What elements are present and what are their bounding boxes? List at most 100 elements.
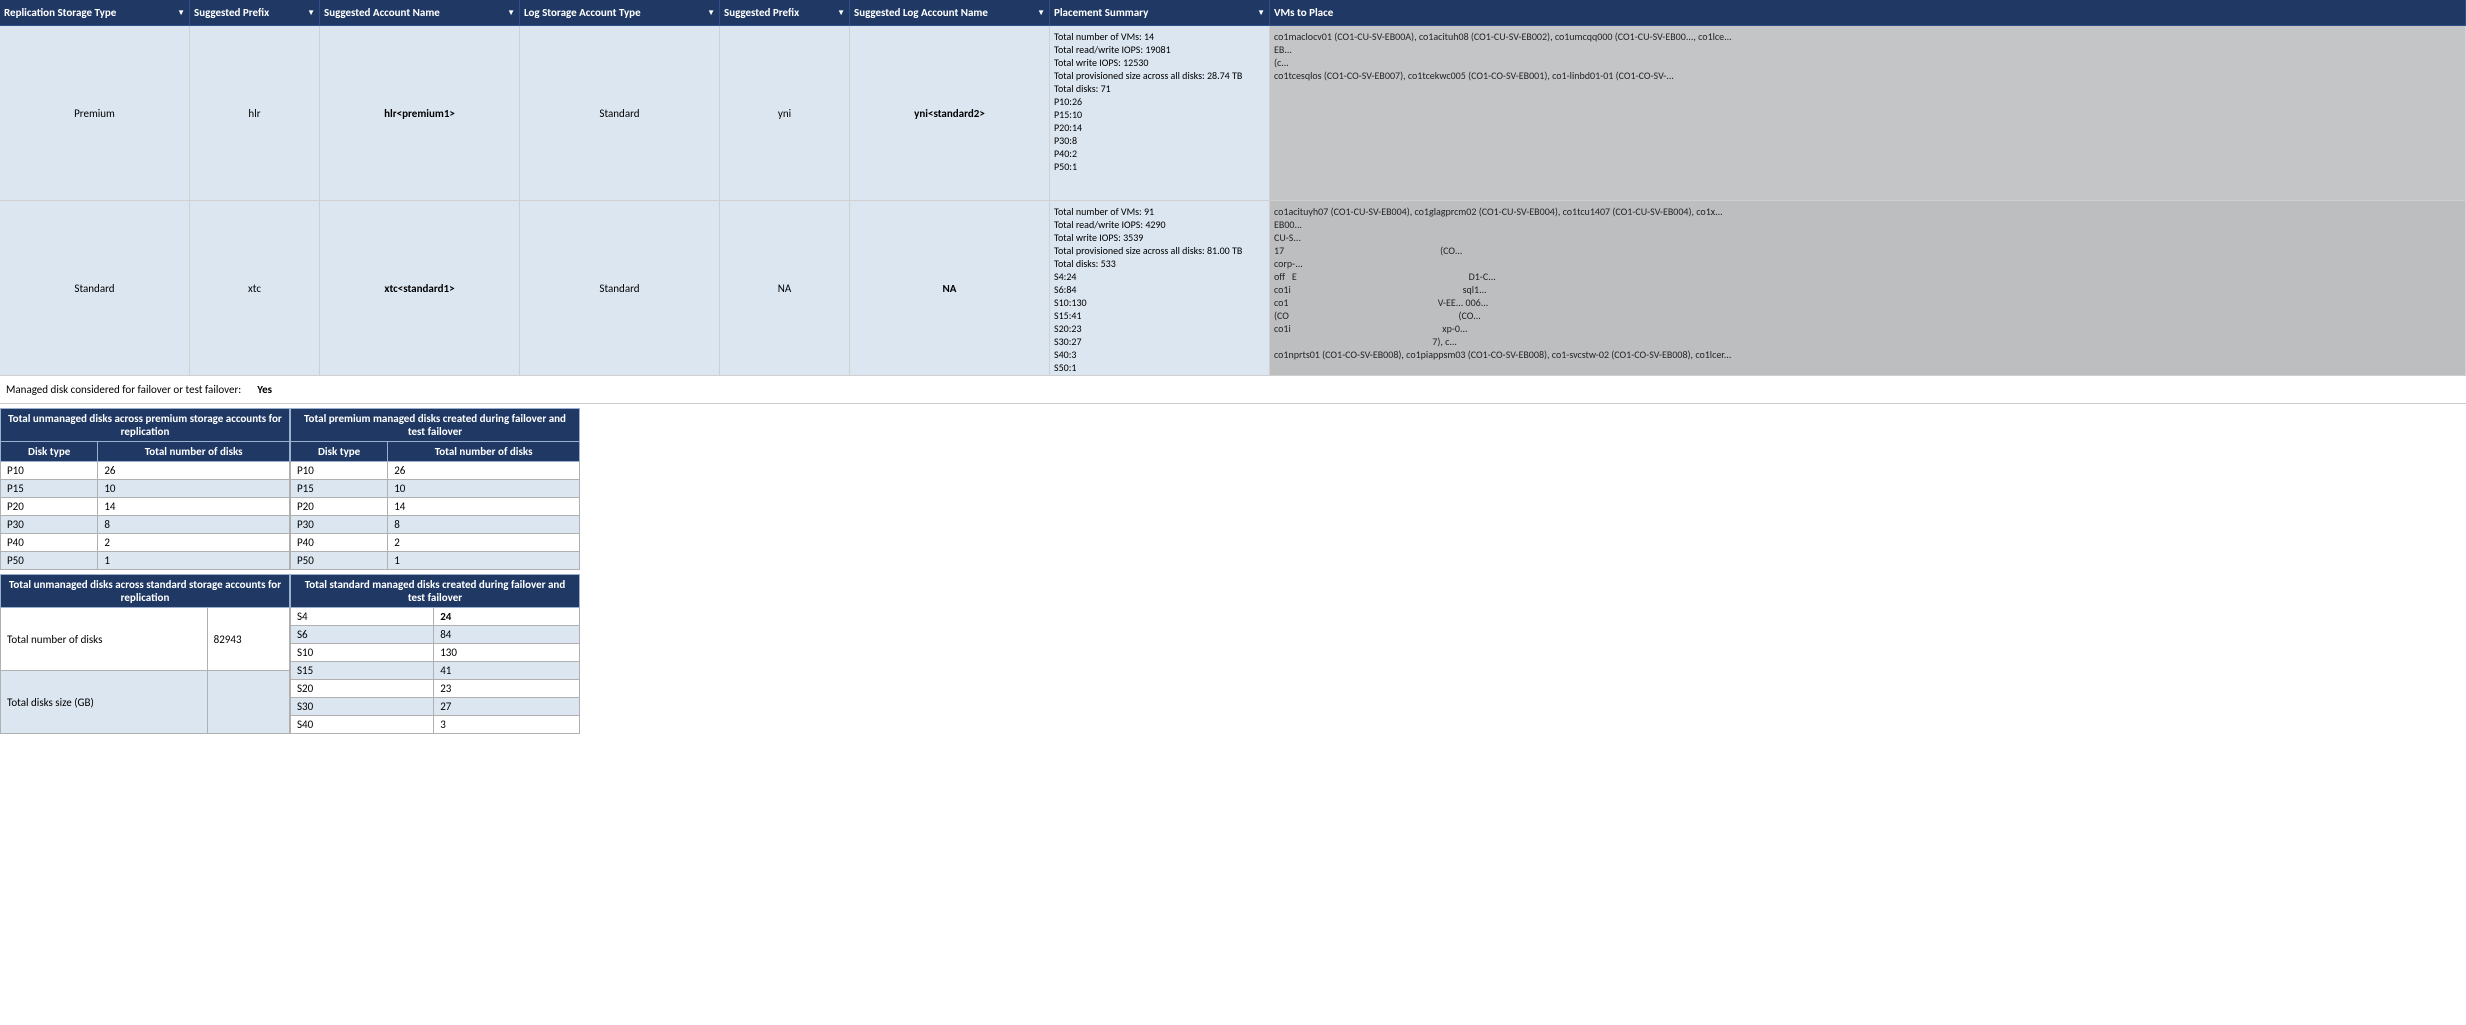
placement-write-iops-premium: Total write IOPS: 12530	[1054, 56, 1148, 69]
col-header-log-storage-type[interactable]: Log Storage Account Type ▼	[520, 0, 720, 26]
table-row: P2014	[291, 498, 580, 516]
col-header-suggested-prefix[interactable]: Suggested Prefix ▼	[190, 0, 320, 26]
filter-icon-placement[interactable]: ▼	[1257, 8, 1265, 18]
placement-s15-standard: S15:41	[1054, 309, 1082, 322]
cell-replication-standard: Standard	[0, 201, 190, 375]
disk-type: P30	[1, 516, 98, 534]
placement-provisioned-premium: Total provisioned size across all disks:…	[1054, 69, 1242, 82]
col-header-placement-label: Placement Summary	[1054, 6, 1148, 19]
disk-type: P50	[291, 552, 388, 570]
unmanaged-premium-header: Total unmanaged disks across premium sto…	[1, 409, 290, 442]
placement-p50-premium: P50:1	[1054, 160, 1077, 173]
cell-vms-premium: co1maclocv01 (CO1-CU-SV-EB00A), co1acitu…	[1270, 26, 2466, 200]
disk-type: P20	[1, 498, 98, 516]
table-row: P308	[1, 516, 290, 534]
unmanaged-premium-table: Total unmanaged disks across premium sto…	[0, 408, 290, 570]
disk-type: S30	[291, 698, 434, 716]
disk-type: P50	[1, 552, 98, 570]
managed-premium-col1-header: Disk type	[291, 442, 388, 462]
table-row: P501	[1, 552, 290, 570]
table-row: S424	[291, 608, 580, 626]
filter-icon-log-prefix[interactable]: ▼	[837, 8, 845, 18]
col-header-replication-type[interactable]: Replication Storage Type ▼	[0, 0, 190, 26]
disk-count: 8	[98, 516, 290, 534]
data-row-standard: Standard xtc xtc<standard1> Standard NA …	[0, 201, 2466, 376]
col-header-account-label: Suggested Account Name	[324, 6, 440, 19]
table-row: P1026	[291, 462, 580, 480]
col-header-suggested-account[interactable]: Suggested Account Name ▼	[320, 0, 520, 26]
disk-type: S4	[291, 608, 434, 626]
managed-premium-col2-header: Total number of disks	[388, 442, 580, 462]
col-header-vms[interactable]: VMs to Place	[1270, 0, 2466, 26]
unmanaged-standard-table: Total unmanaged disks across standard st…	[0, 574, 290, 734]
disk-count: 1	[98, 552, 290, 570]
table-row: P1026	[1, 462, 290, 480]
disk-type: S15	[291, 662, 434, 680]
disk-count: 26	[388, 462, 580, 480]
col-header-log-prefix-label: Suggested Prefix	[724, 6, 799, 19]
col-header-log-type-label: Log Storage Account Type	[524, 6, 641, 19]
cell-vms-standard: co1acituyh07 (CO1-CU-SV-EB004), co1glagp…	[1270, 201, 2466, 375]
disk-type: P30	[291, 516, 388, 534]
col-header-replication-type-label: Replication Storage Type	[4, 6, 116, 19]
disk-count: 41	[434, 662, 580, 680]
managed-standard-table: Total standard managed disks created dur…	[290, 574, 580, 734]
cell-log-account-standard: NA	[850, 201, 1050, 375]
table-row: S2023	[291, 680, 580, 698]
filter-icon-account[interactable]: ▼	[507, 8, 515, 18]
disk-count	[207, 671, 289, 734]
disk-type: P40	[1, 534, 98, 552]
cell-placement-standard: Total number of VMs: 91 Total read/write…	[1050, 201, 1270, 375]
placement-total-vms-standard: Total number of VMs: 91	[1054, 205, 1154, 218]
table-row: Total disks size (GB)	[1, 671, 290, 734]
managed-disk-row: Managed disk considered for failover or …	[0, 376, 2466, 404]
disk-count: 2	[388, 534, 580, 552]
table-row: P1510	[1, 480, 290, 498]
cell-log-prefix-standard: NA	[720, 201, 850, 375]
disk-count: 3	[434, 716, 580, 734]
cell-log-type-standard: Standard	[520, 201, 720, 375]
unmanaged-standard-header: Total unmanaged disks across standard st…	[1, 575, 290, 608]
managed-premium-header: Total premium managed disks created duri…	[291, 409, 580, 442]
standard-summary-section: Total unmanaged disks across standard st…	[0, 570, 2466, 734]
disk-count: 27	[434, 698, 580, 716]
disk-count: 82943	[207, 608, 289, 671]
table-row: P2014	[1, 498, 290, 516]
unmanaged-premium-col2-header: Total number of disks	[98, 442, 290, 462]
table-row: P402	[291, 534, 580, 552]
table-row: S684	[291, 626, 580, 644]
table-row: Total number of disks82943	[1, 608, 290, 671]
disk-type: P15	[1, 480, 98, 498]
spreadsheet: Replication Storage Type ▼ Suggested Pre…	[0, 0, 2466, 1025]
col-header-vms-label: VMs to Place	[1274, 6, 1333, 19]
disk-type: Total number of disks	[1, 608, 208, 671]
disk-type: S10	[291, 644, 434, 662]
disk-type: P20	[291, 498, 388, 516]
cell-log-prefix-premium: yni	[720, 26, 850, 200]
disk-count: 24	[434, 608, 580, 626]
filter-icon-log-type[interactable]: ▼	[707, 8, 715, 18]
col-header-log-account-label: Suggested Log Account Name	[854, 6, 988, 19]
placement-p40-premium: P40:2	[1054, 147, 1077, 160]
placement-total-disks-premium: Total disks: 71	[1054, 82, 1111, 95]
placement-p20-premium: P20:14	[1054, 121, 1082, 134]
col-header-log-prefix[interactable]: Suggested Prefix ▼	[720, 0, 850, 26]
disk-type: P15	[291, 480, 388, 498]
disk-type: S20	[291, 680, 434, 698]
cell-account-premium: hlr<premium1>	[320, 26, 520, 200]
disk-type: S40	[291, 716, 434, 734]
col-header-log-account[interactable]: Suggested Log Account Name ▼	[850, 0, 1050, 26]
table-row: P402	[1, 534, 290, 552]
col-header-placement[interactable]: Placement Summary ▼	[1050, 0, 1270, 26]
managed-standard-header: Total standard managed disks created dur…	[291, 575, 580, 608]
filter-icon-prefix[interactable]: ▼	[307, 8, 315, 18]
placement-s30-standard: S30:27	[1054, 335, 1082, 348]
table-row: S403	[291, 716, 580, 734]
filter-icon-log-account[interactable]: ▼	[1037, 8, 1045, 18]
placement-p15-premium: P15:10	[1054, 108, 1082, 121]
filter-icon-replication[interactable]: ▼	[177, 8, 185, 18]
table-row: S10130	[291, 644, 580, 662]
managed-disk-value: Yes	[257, 383, 272, 396]
disk-count: 10	[98, 480, 290, 498]
disk-count: 14	[388, 498, 580, 516]
